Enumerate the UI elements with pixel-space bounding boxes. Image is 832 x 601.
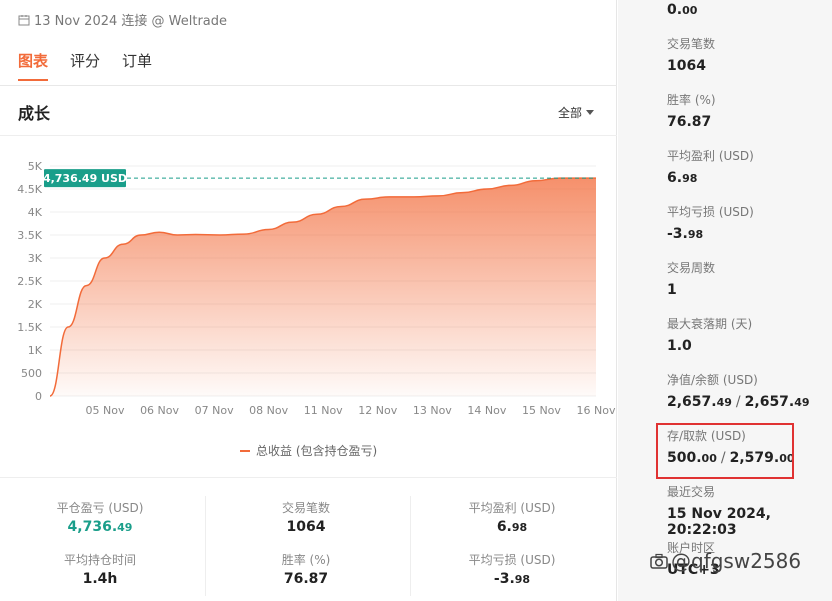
legend-swatch: [240, 449, 250, 452]
x-tick-label: 16 Nov: [577, 404, 616, 417]
stat-value: 6.98: [496, 519, 528, 535]
stat-value: 1.4h: [82, 571, 118, 587]
growth-chart: 0 500 1K 1.5K 2K 2.5K 3K 3.5K 4K 4.5K 5K 05 Nov 06 N…: [17, 160, 616, 417]
sidebar-item-win-rate: 胜率 (%) 76.87: [667, 91, 716, 130]
y-tick-label: 2K: [28, 298, 43, 311]
x-tick-label: 08 Nov: [249, 404, 288, 417]
range-dropdown[interactable]: 全部: [558, 104, 595, 121]
sidebar-label: 最近交易: [667, 485, 716, 499]
tab-bar: 图表 评分 订单: [18, 50, 152, 81]
marker-label: 4,736.49 USD: [43, 172, 127, 185]
camera-icon: [650, 553, 668, 569]
sidebar-item-equity-balance: 净值/余额 (USD) 2,657.49/2,657.49: [667, 371, 810, 410]
sidebar-item-trade-weeks: 交易周数 1: [667, 259, 715, 298]
sidebar-top-value: 0.00: [667, 2, 697, 18]
y-tick-label: 3.5K: [17, 229, 42, 242]
stat-win-rate: 胜率 (%) 76.87: [206, 551, 406, 587]
y-tick-label: 4.5K: [17, 183, 42, 196]
sidebar-value: 76.87: [667, 114, 712, 130]
sidebar-label: 交易周数: [667, 261, 716, 275]
y-tick-label: 3K: [28, 252, 43, 265]
calendar-icon: [18, 14, 30, 25]
caret-down-icon: [586, 110, 595, 115]
range-label: 全部: [558, 106, 583, 120]
sidebar-label: 净值/余额 (USD): [667, 373, 758, 387]
sidebar-value: 1064: [667, 58, 706, 74]
divider: [410, 496, 411, 596]
sidebar-item-last-trade: 最近交易 15 Nov 2024, 20:22:03: [667, 483, 832, 538]
highlight-box: [656, 423, 794, 479]
watermark-text: @qfgsw2586: [671, 549, 802, 573]
tab-chart[interactable]: 图表: [18, 50, 49, 81]
x-tick-label: 07 Nov: [195, 404, 234, 417]
stat-closed-pnl: 平仓盈亏 (USD) 4,736.49: [0, 499, 200, 535]
stat-label: 平均持仓时间: [63, 553, 136, 567]
account-meta: 13 Nov 2024 连接 @ Weltrade: [18, 10, 227, 29]
x-tick-label: 14 Nov: [467, 404, 506, 417]
stat-avg-loss: 平均亏损 (USD) -3.98: [412, 551, 612, 587]
y-tick-label: 1K: [28, 344, 43, 357]
y-tick-label: 1.5K: [17, 321, 42, 334]
meta-text: 13 Nov 2024 连接 @ Weltrade: [34, 14, 228, 29]
sidebar-value: 2,657.49/2,657.49: [667, 394, 810, 410]
x-tick-label: 11 Nov: [304, 404, 343, 417]
sidebar-item-trades: 交易笔数 1064: [667, 35, 715, 74]
tab-rating[interactable]: 评分: [70, 50, 100, 81]
sidebar-item-max-drawdown-days: 最大衰落期 (天) 1.0: [667, 315, 752, 354]
sidebar-value: 6.98: [667, 170, 698, 186]
stat-label: 平均亏损 (USD): [468, 553, 556, 567]
sidebar-label: 胜率 (%): [667, 93, 716, 107]
x-tick-label: 13 Nov: [413, 404, 452, 417]
stat-label: 平均盈利 (USD): [468, 501, 556, 515]
watermark: @qfgsw2586: [650, 549, 801, 573]
x-tick-label: 05 Nov: [86, 404, 125, 417]
stat-label: 胜率 (%): [281, 553, 331, 567]
sidebar-value: 1: [667, 282, 677, 298]
sidebar-value: 15 Nov 2024, 20:22:03: [667, 506, 771, 538]
y-tick-label: 0: [35, 390, 42, 403]
stat-value: -3.98: [493, 571, 531, 587]
sidebar-item-avg-loss: 平均亏损 (USD) -3.98: [667, 203, 754, 242]
y-tick-label: 500: [21, 367, 42, 380]
sidebar-value: 1.0: [667, 338, 692, 354]
divider: [0, 477, 617, 478]
stat-avg-hold-time: 平均持仓时间 1.4h: [0, 551, 200, 587]
stat-label: 交易笔数: [281, 501, 330, 515]
y-tick-label: 2.5K: [17, 275, 42, 288]
stat-value: 76.87: [283, 571, 329, 587]
sidebar-label: 最大衰落期 (天): [667, 317, 753, 331]
divider: [0, 135, 617, 136]
sidebar-value: -3.98: [667, 226, 704, 242]
stat-avg-profit: 平均盈利 (USD) 6.98: [412, 499, 612, 535]
x-tick-label: 15 Nov: [522, 404, 561, 417]
stat-value: 1064: [286, 519, 326, 535]
sidebar-item-avg-profit: 平均盈利 (USD) 6.98: [667, 147, 754, 186]
sidebar-label: 平均亏损 (USD): [667, 205, 754, 219]
sidebar-label: 交易笔数: [667, 37, 716, 51]
x-tick-label: 12 Nov: [358, 404, 397, 417]
sidebar-value: 0.00: [667, 2, 698, 18]
sidebar-label: 平均盈利 (USD): [667, 149, 754, 163]
stat-label: 平仓盈亏 (USD): [56, 501, 144, 515]
series-area: [50, 178, 596, 396]
stat-trade-count: 交易笔数 1064: [206, 499, 406, 535]
stat-value: 4,736.49: [67, 519, 133, 535]
tab-orders[interactable]: 订单: [122, 50, 152, 81]
divider: [0, 85, 617, 86]
chart-legend[interactable]: 总收益 (包含持仓盈亏): [240, 442, 377, 459]
growth-title: 成长: [18, 104, 51, 123]
x-tick-label: 06 Nov: [140, 404, 179, 417]
y-tick-label: 4K: [28, 206, 43, 219]
y-tick-label: 5K: [28, 160, 43, 173]
legend-label: 总收益 (包含持仓盈亏): [256, 444, 378, 458]
